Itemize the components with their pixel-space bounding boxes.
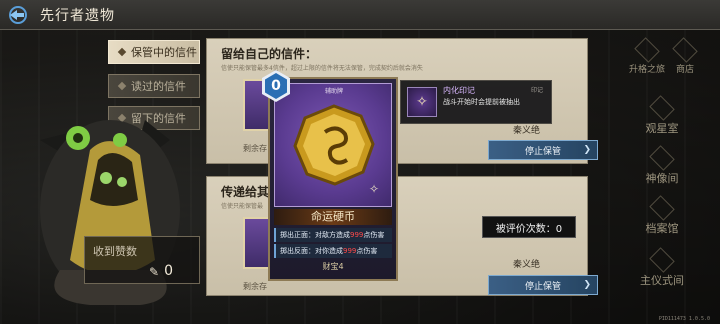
card-detail-popup: 辅助牌 ✧ 命运硬币 掷出正面：对敌方造成999点伤害 掷出反面：对你造成999… [268, 77, 398, 281]
stop-label: 停止保管 [525, 281, 562, 292]
imprint-icon: ✧ [407, 87, 437, 117]
nav-label: 升格之旅 [628, 64, 665, 75]
panel-subtitle: 信使只能保管最 [221, 203, 264, 210]
chevron-right-icon: ❯ [583, 145, 591, 155]
nav-ritual-hall[interactable]: 主仪式间 [604, 247, 720, 292]
diamond-icon [117, 47, 127, 57]
received-likes-box: 收到赞数 ✎ 0 [84, 236, 200, 284]
effect-text: 点伤害 [363, 231, 385, 239]
received-count: 0 [164, 263, 173, 279]
back-arrow-icon [9, 5, 27, 24]
damage-value: 999 [343, 247, 357, 255]
effect-text: 点伤害 [356, 247, 378, 255]
diamond-icon [117, 81, 127, 91]
nav-label: 神像间 [645, 172, 679, 185]
chevron-right-icon: ❯ [583, 280, 591, 290]
nav-label: 档案馆 [645, 222, 679, 235]
ritual-icon [649, 247, 675, 273]
card-effect-tails: 掷出反面：对你造成999点伤害 [274, 244, 392, 258]
archive-icon [649, 195, 675, 221]
imprint-tooltip: ✧ 内化印记 印记 战斗开始时会提前被抽出 [400, 80, 552, 124]
signature: 秦义绝 [513, 260, 541, 270]
evaluation-count: 被评价次数：0 [482, 216, 576, 238]
received-label: 收到赞数 [93, 245, 137, 258]
stop-label: 停止保管 [525, 146, 562, 157]
signature: 秦义绝 [513, 126, 541, 136]
page-title: 先行者遗物 [40, 7, 115, 24]
like-icon: ✎ [148, 265, 159, 279]
ascension-icon [634, 36, 660, 63]
imprint-title: 内化印记 [443, 86, 475, 95]
right-nav-row-1: 升格之旅 商店 [604, 36, 720, 76]
back-button[interactable] [0, 0, 36, 30]
nav-label: 主仪式间 [640, 274, 684, 287]
nav-label: 商店 [675, 64, 694, 75]
tab-label: 读过的信件 [131, 80, 186, 93]
statue-icon [649, 145, 675, 171]
card-footer: 财宝4 [322, 262, 344, 271]
nav-ascension[interactable]: 升格之旅 [628, 36, 665, 75]
panel-title: 留给自己的信件： [221, 47, 318, 61]
effect-text: 掷出正面：对敌方造成 [280, 231, 350, 239]
nav-statue-hall[interactable]: 神像间 [604, 145, 720, 190]
panel-subtitle: 信使只能保管最多4信件，超过上限的信件将无法保管，完成契约后就会消失 [221, 65, 423, 72]
nav-label: 观星室 [645, 122, 679, 135]
nav-archive[interactable]: 档案馆 [604, 195, 720, 240]
imprint-tag: 印记 [530, 87, 543, 94]
card-name: 命运硬币 [274, 209, 392, 225]
damage-value: 999 [350, 231, 364, 239]
remaining-label: 剩余存 [243, 144, 267, 153]
nav-shop[interactable]: 商店 [672, 36, 698, 75]
imprint-description: 战斗开始时会提前被抽出 [443, 98, 520, 106]
remaining-label: 剩余存 [243, 282, 267, 291]
card-art: 辅助牌 ✧ [274, 83, 392, 207]
card-effect-heads: 掷出正面：对敌方造成999点伤害 [274, 228, 392, 242]
tab-label: 保管中的信件 [131, 46, 197, 59]
effect-text: 掷出反面：对你造成 [280, 247, 343, 255]
stop-keeping-button[interactable]: 停止保管 ❯ [488, 275, 598, 295]
shop-icon [672, 36, 698, 63]
cost-value: 0 [265, 73, 287, 99]
observatory-icon [649, 95, 675, 121]
tab-kept-letters[interactable]: 保管中的信件 [108, 40, 200, 64]
tab-read-letters[interactable]: 读过的信件 [108, 74, 200, 98]
version-label: PID111473 1.0.5.0 [658, 316, 710, 322]
top-bar: 先行者遗物 [0, 0, 720, 30]
imprint-mark-icon: ✧ [369, 182, 380, 196]
nav-observatory[interactable]: 观星室 [604, 95, 720, 140]
stop-keeping-button[interactable]: 停止保管 ❯ [488, 140, 598, 160]
